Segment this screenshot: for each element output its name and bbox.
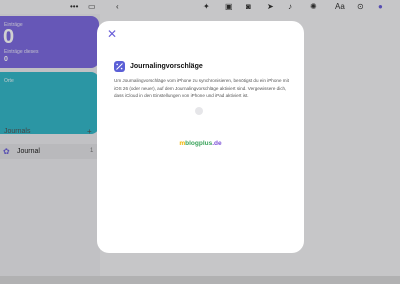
- journaling-suggestions-dialog: ✕ Journalingvorschläge Um Journalingvors…: [97, 21, 304, 253]
- dialog-body: Um Journalingvorschläge vom iPhone zu sy…: [114, 78, 289, 99]
- dialog-title: Journalingvorschläge: [130, 63, 203, 70]
- close-button[interactable]: ✕: [105, 27, 119, 41]
- close-icon: ✕: [106, 27, 118, 41]
- watermark: mblogplus.de: [179, 140, 222, 147]
- journaling-suggestions-icon: [114, 61, 125, 72]
- pointer-cursor: [195, 107, 203, 115]
